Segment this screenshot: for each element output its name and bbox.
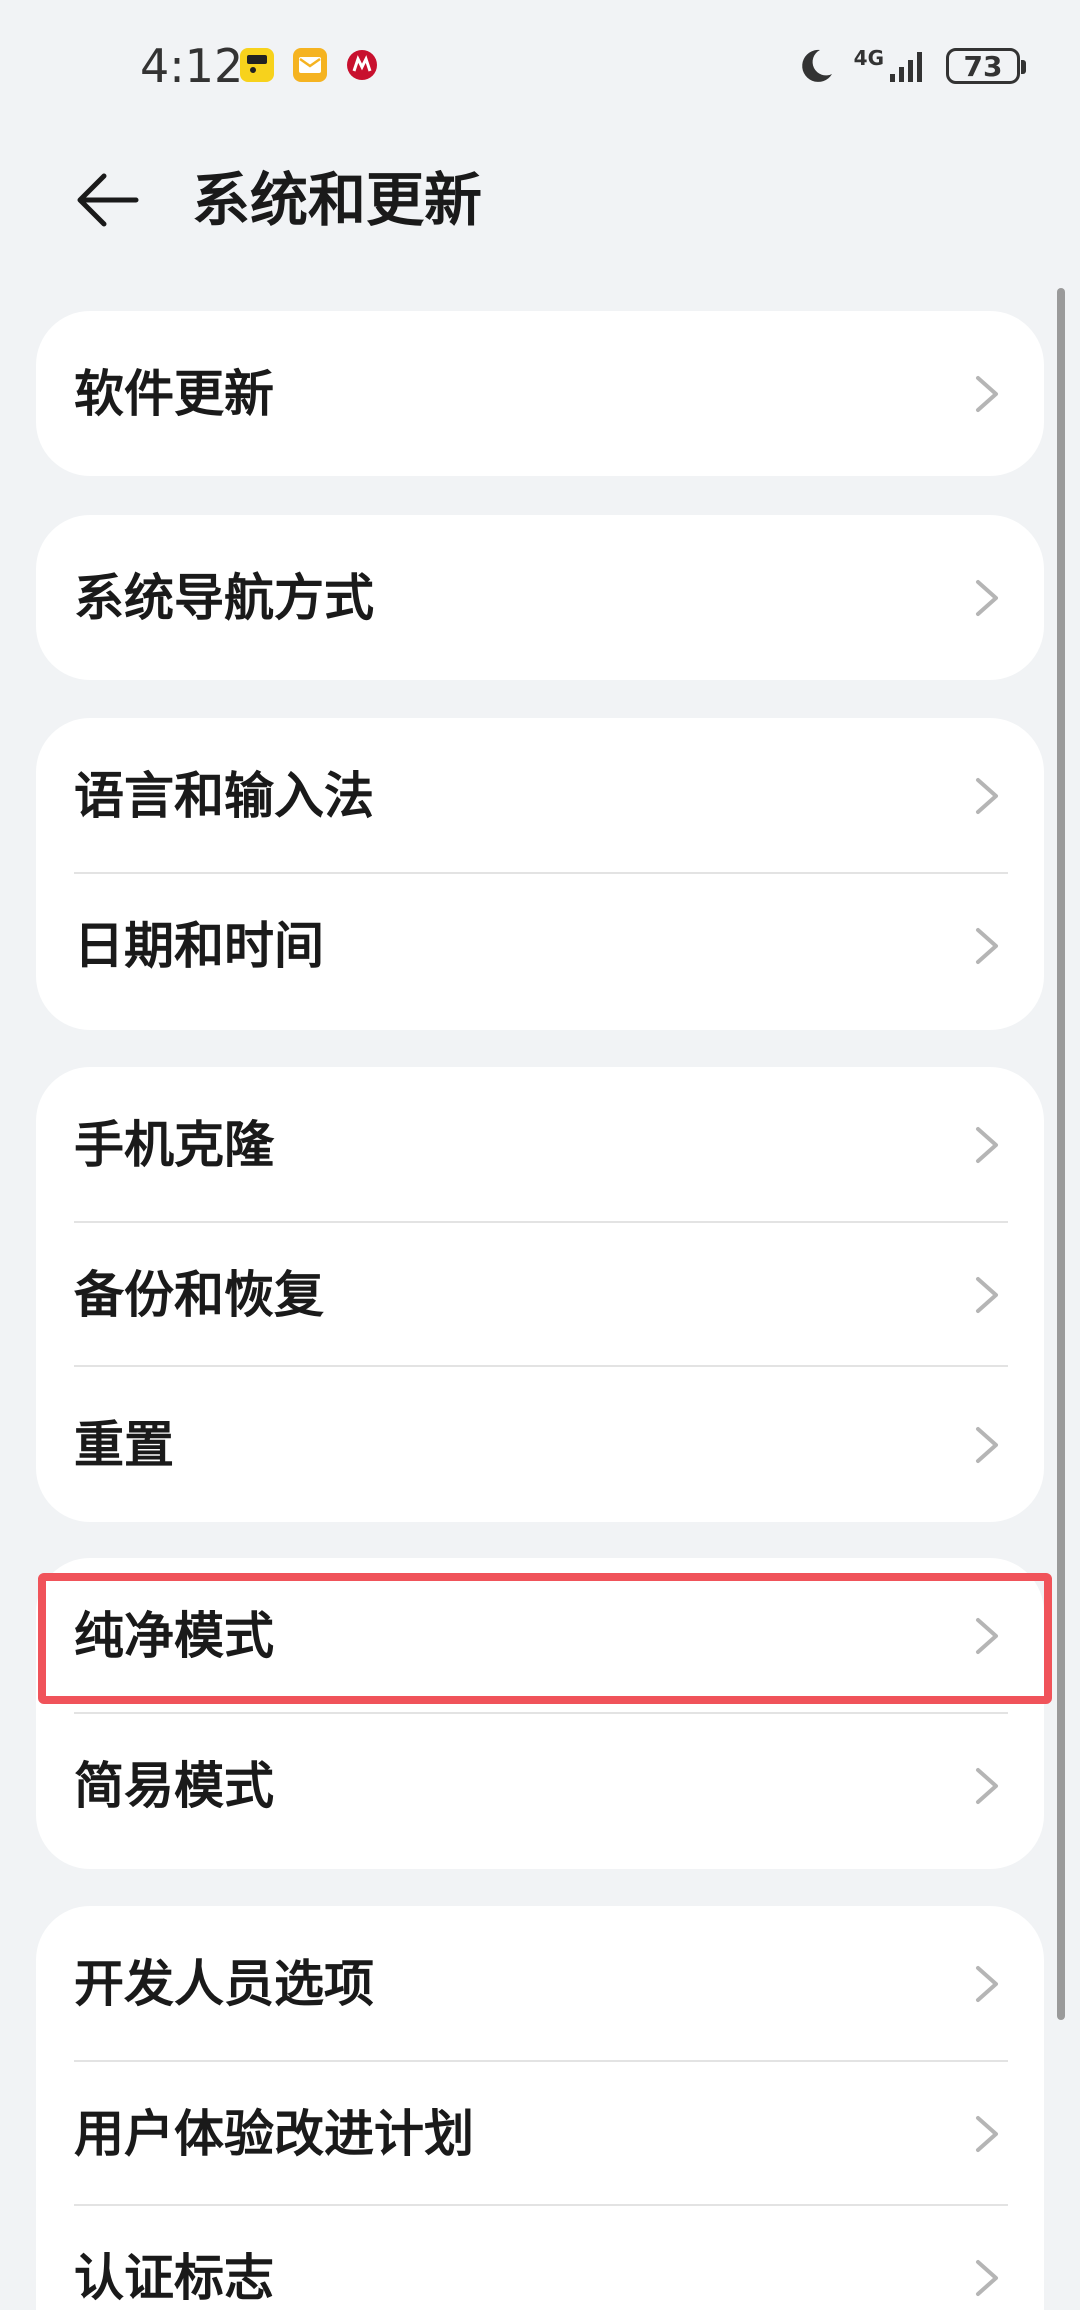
chevron-right-icon xyxy=(976,579,998,616)
scrollbar[interactable] xyxy=(1057,288,1065,2020)
menu-item-label: 系统导航方式 xyxy=(74,568,374,627)
back-button[interactable] xyxy=(62,165,152,235)
menu-item-pure-mode[interactable]: 纯净模式 xyxy=(36,1558,1044,1714)
battery-icon: 73 xyxy=(946,48,1026,84)
menu-item-user-experience[interactable]: 用户体验改进计划 xyxy=(36,2062,1044,2206)
bank-icon xyxy=(345,48,379,82)
status-time: 4:12 xyxy=(140,39,244,93)
chevron-right-icon xyxy=(976,778,998,814)
menu-item-label: 备份和恢复 xyxy=(74,1266,324,1324)
menu-item-label: 重置 xyxy=(74,1415,174,1474)
settings-group-language-time: 语言和输入法 日期和时间 xyxy=(36,718,1044,1030)
menu-item-system-navigation[interactable]: 系统导航方式 xyxy=(36,515,1044,680)
chevron-right-icon xyxy=(976,2116,998,2152)
menu-item-simple-mode[interactable]: 简易模式 xyxy=(36,1714,1044,1858)
menu-item-label: 日期和时间 xyxy=(74,917,324,975)
moon-icon xyxy=(801,49,832,82)
chevron-right-icon xyxy=(976,928,998,964)
mail-icon xyxy=(293,48,327,82)
menu-item-label: 手机克隆 xyxy=(74,1116,274,1174)
menu-item-label: 开发人员选项 xyxy=(74,1955,374,2013)
settings-group-software: 软件更新 xyxy=(36,311,1044,476)
menu-item-label: 纯净模式 xyxy=(74,1607,274,1665)
menu-item-reset[interactable]: 重置 xyxy=(36,1367,1044,1522)
menu-item-phone-clone[interactable]: 手机克隆 xyxy=(36,1067,1044,1223)
chevron-right-icon xyxy=(976,375,998,412)
back-arrow-icon xyxy=(77,173,139,227)
menu-item-date-time[interactable]: 日期和时间 xyxy=(36,874,1044,1018)
settings-group-backup: 手机克隆 备份和恢复 重置 xyxy=(36,1067,1044,1522)
signal-icon xyxy=(890,52,922,82)
menu-item-label: 软件更新 xyxy=(74,364,274,423)
menu-item-developer-options[interactable]: 开发人员选项 xyxy=(36,1906,1044,2062)
settings-group-modes: 纯净模式 简易模式 xyxy=(36,1558,1044,1869)
chevron-right-icon xyxy=(976,1426,998,1463)
menu-item-certification[interactable]: 认证标志 xyxy=(36,2206,1044,2310)
menu-item-label: 语言和输入法 xyxy=(74,767,374,825)
status-right: 4G 73 xyxy=(798,36,1026,96)
chevron-right-icon xyxy=(976,1966,998,2002)
network-label: 4G xyxy=(853,46,884,70)
menu-item-label: 简易模式 xyxy=(74,1757,274,1815)
header: 系统和更新 xyxy=(0,140,1080,260)
chevron-right-icon xyxy=(976,1768,998,1804)
battery-level: 73 xyxy=(963,49,1003,83)
menu-item-software-update[interactable]: 软件更新 xyxy=(36,311,1044,476)
chevron-right-icon xyxy=(976,1618,998,1654)
menu-item-language-input[interactable]: 语言和输入法 xyxy=(36,718,1044,874)
network-indicator: 4G xyxy=(854,48,928,84)
page-title: 系统和更新 xyxy=(192,166,483,234)
menu-item-label: 认证标志 xyxy=(74,2249,274,2307)
menu-item-label: 用户体验改进计划 xyxy=(74,2105,474,2163)
settings-group-navigation: 系统导航方式 xyxy=(36,515,1044,680)
menu-item-backup-restore[interactable]: 备份和恢复 xyxy=(36,1223,1044,1367)
chevron-right-icon xyxy=(976,1127,998,1163)
chevron-right-icon xyxy=(976,1277,998,1313)
chevron-right-icon xyxy=(976,2260,998,2296)
settings-group-developer: 开发人员选项 用户体验改进计划 认证标志 xyxy=(36,1906,1044,2310)
app-icon-yellow xyxy=(240,48,274,82)
status-bar: 4:12 4G 73 xyxy=(0,0,1080,120)
